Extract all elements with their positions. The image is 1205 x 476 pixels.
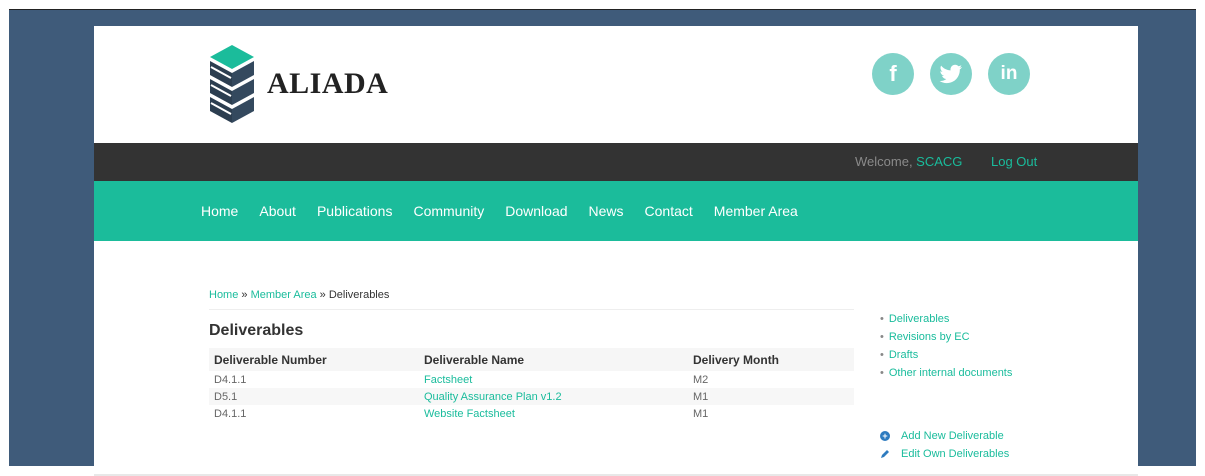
deliverable-link[interactable]: Factsheet [424, 374, 472, 386]
username-link[interactable]: SCACG [916, 154, 962, 169]
add-deliverable-link[interactable]: + Add New Deliverable [880, 430, 1004, 442]
cell-month: M1 [693, 407, 709, 420]
facebook-icon[interactable]: f [872, 53, 914, 95]
table-row: D4.1.1 Factsheet M2 [209, 371, 854, 388]
sidebar-links: Deliverables Revisions by EC Drafts Othe… [880, 313, 1013, 385]
cell-month: M2 [693, 373, 709, 386]
cell-name: Factsheet [419, 371, 688, 388]
logout-link[interactable]: Log Out [991, 154, 1037, 169]
nav-item-news[interactable]: News [589, 203, 624, 219]
main-nav: Home About Publications Community Downlo… [94, 181, 1138, 241]
cell-number: D4.1.1 [214, 373, 247, 386]
cell-number: D5.1 [209, 388, 419, 405]
edit-deliverables-link[interactable]: Edit Own Deliverables [880, 448, 1009, 460]
column-header-month: Delivery Month [688, 348, 854, 371]
welcome-prefix: Welcome, [855, 154, 917, 169]
sidebar-item-revisions[interactable]: Revisions by EC [880, 331, 1012, 349]
plus-circle-icon: + [880, 431, 890, 441]
twitter-bird-icon [939, 64, 962, 84]
deliverable-link[interactable]: Website Factsheet [424, 408, 515, 420]
edit-deliverables-label: Edit Own Deliverables [901, 448, 1010, 460]
nav-item-home[interactable]: Home [201, 203, 238, 219]
table-row: D5.1 Quality Assurance Plan v1.2 M1 [209, 388, 854, 405]
cell-name: Website Factsheet [419, 405, 688, 422]
deliverable-link[interactable]: Quality Assurance Plan v1.2 [424, 391, 562, 403]
sidebar-item-drafts[interactable]: Drafts [880, 349, 1012, 367]
nav-item-publications[interactable]: Publications [317, 203, 393, 219]
deliverables-table: Deliverable Number Deliverable Name Deli… [209, 348, 854, 422]
column-header-name: Deliverable Name [419, 348, 688, 371]
nav-item-community[interactable]: Community [413, 203, 484, 219]
breadcrumb-member-area[interactable]: Member Area [251, 289, 317, 301]
table-header-row: Deliverable Number Deliverable Name Deli… [209, 348, 854, 371]
top-bar: Welcome, SCACG Log Out [94, 143, 1138, 181]
cell-name: Quality Assurance Plan v1.2 [419, 388, 688, 405]
sidebar-item-other-docs[interactable]: Other internal documents [880, 367, 1013, 385]
breadcrumb: Home » Member Area » Deliverables [209, 289, 389, 301]
page-title: Deliverables [209, 322, 304, 339]
nav-item-download[interactable]: Download [505, 203, 567, 219]
table-row: D4.1.1 Website Factsheet M1 [209, 405, 854, 422]
column-header-number: Deliverable Number [209, 348, 419, 371]
breadcrumb-separator: » [238, 289, 251, 301]
linkedin-icon[interactable]: in [988, 53, 1030, 95]
welcome-text: Welcome, SCACG [855, 154, 962, 169]
logo-text: ALIADA [267, 67, 389, 100]
breadcrumb-separator: » [316, 289, 329, 301]
breadcrumb-current: Deliverables [328, 289, 390, 301]
pencil-icon [881, 450, 889, 458]
twitter-icon[interactable] [930, 53, 972, 95]
sidebar-item-deliverables[interactable]: Deliverables [880, 313, 1012, 331]
content-divider [209, 309, 854, 310]
cell-number: D4.1.1 [214, 407, 247, 420]
nav-item-about[interactable]: About [259, 203, 296, 219]
page-container: ALIADA f in Welcome, SCACG Log Out Home … [94, 26, 1138, 476]
add-deliverable-label: Add New Deliverable [901, 430, 1004, 442]
breadcrumb-home[interactable]: Home [209, 289, 238, 301]
cell-month: M1 [688, 388, 854, 405]
nav-item-contact[interactable]: Contact [645, 203, 693, 219]
nav-item-member-area[interactable]: Member Area [714, 203, 798, 219]
browser-frame: ALIADA f in Welcome, SCACG Log Out Home … [9, 9, 1196, 476]
